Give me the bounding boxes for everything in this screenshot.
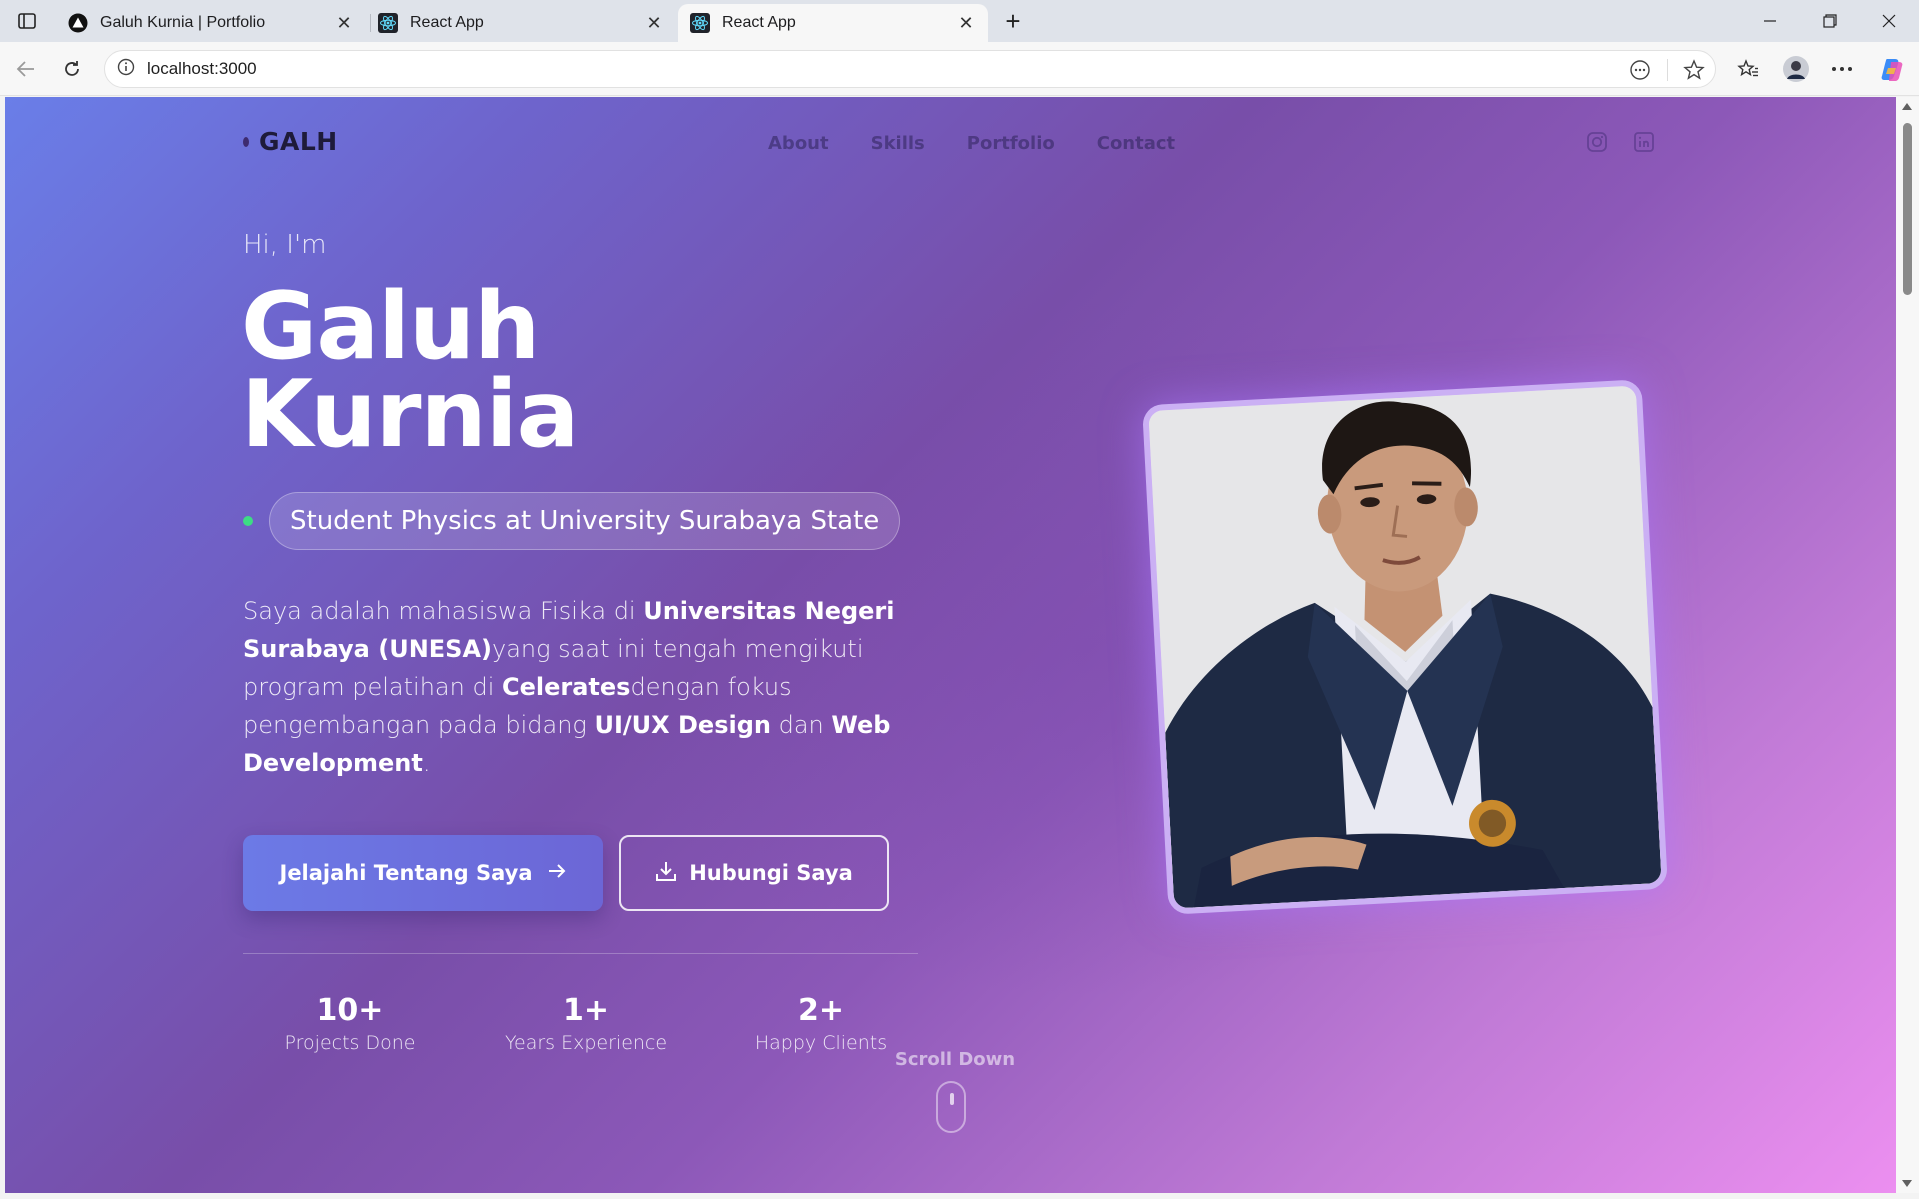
nav-link-contact[interactable]: Contact [1097, 133, 1175, 154]
nav-link-portfolio[interactable]: Portfolio [967, 133, 1055, 154]
more-options-icon[interactable] [1826, 53, 1858, 85]
scroll-down-indicator[interactable]: Scroll Down [885, 1049, 1025, 1133]
scrollbar-thumb[interactable] [1903, 123, 1912, 295]
scroll-down-arrow-icon[interactable] [1902, 1180, 1912, 1187]
page-scrollbar[interactable] [1896, 97, 1919, 1193]
stats-divider [243, 953, 918, 954]
logo-mark-icon [243, 136, 249, 147]
hero-name: Galuh Kurnia [241, 272, 579, 468]
stat-projects: 10+ Projects Done [255, 992, 445, 1054]
tab-react-app-1[interactable]: React App ✕ [366, 4, 676, 42]
nav-link-skills[interactable]: Skills [871, 133, 925, 154]
tab-portfolio[interactable]: Galuh Kurnia | Portfolio ✕ [56, 4, 366, 42]
role-badge: Student Physics at University Surabaya S… [269, 492, 901, 550]
desc-text: dan [770, 711, 832, 739]
tab-title: Galuh Kurnia | Portfolio [100, 14, 266, 31]
status-dot [243, 516, 253, 526]
scroll-up-arrow-icon[interactable] [1902, 103, 1912, 110]
url-text: localhost:3000 [147, 59, 257, 78]
browser-tab-bar: Galuh Kurnia | Portfolio ✕ React App ✕ R… [0, 0, 1919, 42]
restore-icon[interactable] [1810, 6, 1850, 36]
hero-name-last: Kurnia [241, 360, 579, 468]
profile-photo [1141, 379, 1669, 915]
explore-about-label: Jelajahi Tentang Saya [279, 861, 533, 885]
stat-value: 10+ [316, 993, 384, 1028]
hero-name-first: Galuh [241, 272, 540, 380]
contact-me-button[interactable]: Hubungi Saya [619, 835, 889, 911]
linkedin-icon[interactable] [1632, 130, 1656, 154]
desc-text: Saya adalah mahasiswa Fisika di [243, 597, 644, 625]
favorites-icon[interactable] [1732, 53, 1764, 85]
favorite-star-icon[interactable] [1681, 57, 1707, 83]
profile-photo-illustration [1148, 385, 1662, 909]
desc-highlight-celerates: Celerates [501, 673, 631, 701]
address-divider [1667, 59, 1668, 81]
close-window-icon[interactable] [1869, 6, 1909, 36]
close-tab-icon[interactable]: ✕ [956, 13, 976, 33]
reader-mode-icon[interactable] [1627, 57, 1653, 83]
role-row: Student Physics at University Surabaya S… [243, 492, 901, 550]
copilot-icon[interactable] [1876, 53, 1908, 85]
back-icon[interactable] [10, 53, 42, 85]
stat-value: 1+ [562, 993, 609, 1028]
react-icon [378, 13, 398, 33]
stat-label: Projects Done [284, 1032, 416, 1054]
mouse-wheel [950, 1093, 954, 1105]
site-info-icon[interactable] [117, 58, 135, 80]
page-viewport: GALH About Skills Portfolio Contact Hi, … [5, 97, 1896, 1193]
nav-link-about[interactable]: About [768, 133, 829, 154]
tab-react-app-active[interactable]: React App ✕ [678, 4, 988, 42]
mouse-scroll-icon [936, 1081, 966, 1133]
hero-greeting: Hi, I'm [243, 230, 327, 260]
contact-me-label: Hubungi Saya [689, 861, 853, 885]
tab-title: React App [722, 14, 796, 31]
hero-description: Saya adalah mahasiswa Fisika di Universi… [243, 592, 923, 782]
triangle-logo-icon [68, 13, 88, 33]
scroll-down-label: Scroll Down [894, 1049, 1016, 1070]
browser-toolbar: localhost:3000 [0, 42, 1919, 96]
stat-clients: 2+ Happy Clients [726, 992, 916, 1054]
new-tab-icon[interactable]: + [998, 6, 1028, 36]
instagram-icon[interactable] [1585, 130, 1609, 154]
profile-avatar[interactable] [1780, 53, 1812, 85]
stat-experience: 1+ Years Experience [491, 992, 681, 1054]
close-tab-icon[interactable]: ✕ [334, 13, 354, 33]
desc-text: . [422, 749, 431, 777]
address-bar[interactable]: localhost:3000 [104, 50, 1716, 88]
desc-highlight-uiux: UI/UX Design [594, 711, 771, 739]
tab-actions-icon[interactable] [12, 8, 42, 34]
logo-text: GALH [259, 127, 338, 156]
stat-label: Years Experience [504, 1032, 668, 1054]
tab-title: React App [410, 14, 484, 31]
download-icon [655, 860, 677, 887]
react-icon [690, 13, 710, 33]
site-nav: About Skills Portfolio Contact [768, 133, 1175, 154]
reload-icon[interactable] [56, 53, 88, 85]
site-logo[interactable]: GALH [243, 127, 338, 156]
close-tab-icon[interactable]: ✕ [644, 13, 664, 33]
minimize-icon[interactable] [1750, 6, 1790, 36]
explore-about-button[interactable]: Jelajahi Tentang Saya [243, 835, 603, 911]
stat-value: 2+ [797, 993, 844, 1028]
arrow-right-icon [547, 861, 567, 885]
